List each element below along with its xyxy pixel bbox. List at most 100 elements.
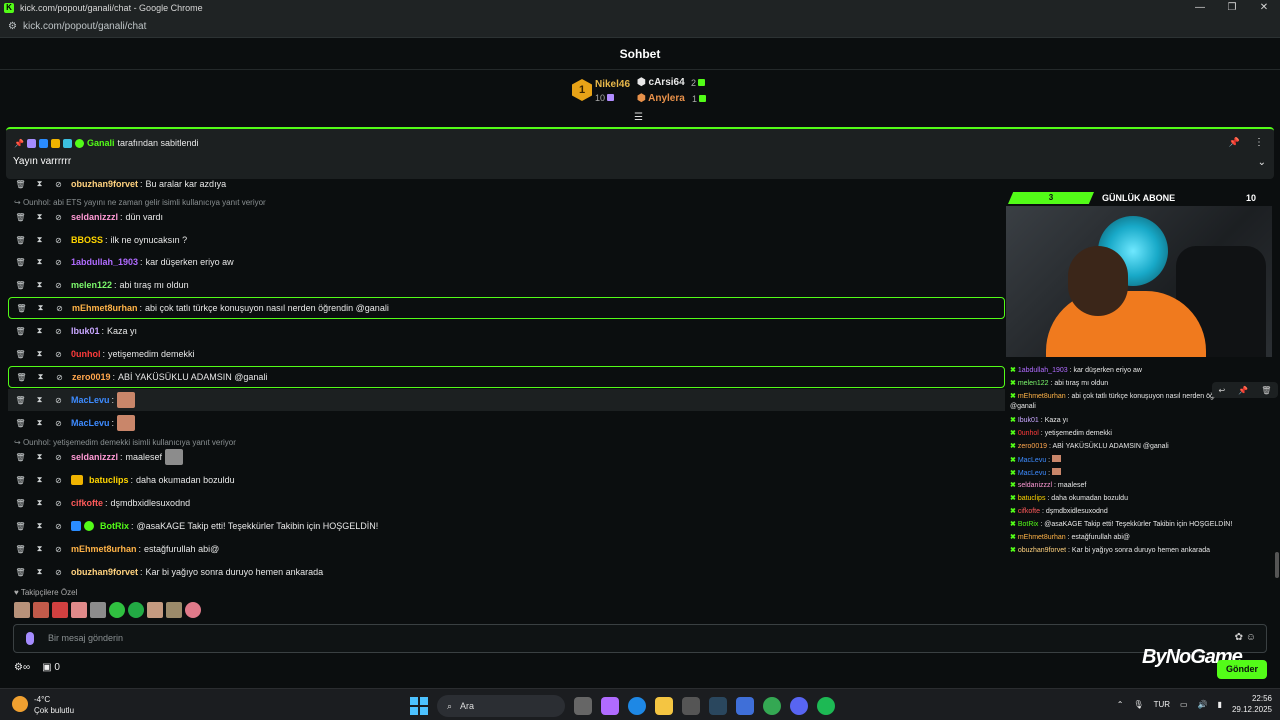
chat-row[interactable]: 🗑 ⧗ ⊘ obuzhan9forvet: Kar bi yağıyo sonra …	[8, 561, 1005, 583]
volume-icon[interactable]: 🔊	[1198, 700, 1208, 709]
delete-icon[interactable]: 🗑	[14, 453, 27, 462]
pinned-message[interactable]: 📌 Ganali tarafından sabitlendi Yayın var…	[6, 127, 1274, 179]
ban-icon[interactable]: ⊘	[52, 419, 65, 428]
chat-row[interactable]: 🗑 ⧗ ⊘ seldanizzzl: maalesef	[8, 446, 1005, 468]
chat-username[interactable]: mEhmet8urhan	[72, 303, 138, 313]
chat-username[interactable]: batuclips	[89, 475, 129, 485]
timeout-icon[interactable]: ⧗	[33, 257, 46, 267]
ban-icon[interactable]: ⊘	[52, 281, 65, 290]
chat-row-mention[interactable]: 🗑 ⧗ ⊘ zero0019: ABİ YAKÜSÜKLU ADAMSIN @gan…	[8, 366, 1005, 388]
chat-username[interactable]: mEhmet8urhan	[71, 544, 137, 554]
ban-icon[interactable]: ⊘	[52, 476, 65, 485]
chat-username[interactable]: obuzhan9forvet	[71, 179, 138, 189]
timeout-icon[interactable]: ⧗	[33, 452, 46, 462]
timeout-icon[interactable]: ⧗	[33, 235, 46, 245]
timeout-icon[interactable]: ⧗	[33, 521, 46, 531]
chat-username[interactable]: BotRix	[100, 521, 129, 531]
ban-icon[interactable]: ⊘	[52, 258, 65, 267]
ban-icon[interactable]: ⊘	[52, 568, 65, 577]
chat-username[interactable]: 1abdullah_1903	[71, 257, 138, 267]
delete-icon[interactable]: 🗑	[14, 476, 27, 485]
mail-icon[interactable]	[736, 697, 754, 715]
delete-icon[interactable]: 🗑	[14, 327, 27, 336]
emote-icon[interactable]	[71, 602, 87, 618]
chat-username[interactable]: obuzhan9forvet	[71, 567, 138, 577]
chat-username[interactable]: MacLevu	[71, 418, 110, 428]
delete-icon[interactable]: 🗑	[14, 213, 27, 222]
timeout-icon[interactable]: ⧗	[33, 349, 46, 359]
chevron-down-icon[interactable]: ⌄	[1258, 157, 1266, 168]
ban-icon[interactable]: ⊘	[52, 236, 65, 245]
send-button[interactable]: Gönder	[1217, 660, 1267, 679]
delete-icon[interactable]: 🗑	[15, 373, 28, 382]
battery-icon[interactable]: ▮	[1218, 700, 1222, 709]
chat-username[interactable]: cifkofte	[71, 498, 103, 508]
chat-row[interactable]: 🗑 ⧗ ⊘ cifkofte: dşmdbxidlesuxodnd	[8, 492, 1005, 514]
timeout-icon[interactable]: ⧗	[33, 212, 46, 222]
chat-username[interactable]: melen122	[71, 280, 112, 290]
settings-icon[interactable]: ⚙∞	[14, 662, 30, 673]
ban-icon[interactable]: ⊘	[52, 499, 65, 508]
chat-row[interactable]: 🗑 ⧗ ⊘ Ibuk01: Kaza yı	[8, 320, 1005, 342]
clock[interactable]: 22:56 29.12.2025	[1232, 693, 1272, 715]
store-icon[interactable]	[682, 697, 700, 715]
emote-icon[interactable]	[166, 602, 182, 618]
emote-icon[interactable]	[14, 602, 30, 618]
file-explorer-icon[interactable]	[655, 697, 673, 715]
emote-icon[interactable]	[128, 602, 144, 618]
pinned-author[interactable]: Ganali	[87, 138, 115, 148]
copilot-icon[interactable]	[601, 697, 619, 715]
ban-icon[interactable]: ⊘	[53, 304, 66, 313]
chrome-icon[interactable]	[763, 697, 781, 715]
chat-username[interactable]: Ibuk01	[71, 326, 100, 336]
unpin-icon[interactable]: 📌	[1229, 137, 1240, 148]
timeout-icon[interactable]: ⧗	[33, 567, 46, 577]
task-view-icon[interactable]	[574, 697, 592, 715]
chat-row[interactable]: 🗑 ⧗ ⊘ mEhmet8urhan: estağfurullah abi@	[8, 538, 1005, 560]
chat-username[interactable]: seldanizzzl	[71, 212, 118, 222]
chat-row[interactable]: 🗑 ⧗ ⊘ 0unhol: yetişemedim demekki	[8, 343, 1005, 365]
points-display[interactable]: ▣ 0	[42, 662, 60, 673]
delete-icon[interactable]: 🗑	[14, 281, 27, 290]
emoji-icon[interactable]: ✿ ☺	[1235, 632, 1256, 643]
chat-username[interactable]: MacLevu	[71, 395, 110, 405]
delete-icon[interactable]: 🗑	[14, 258, 27, 267]
ban-icon[interactable]: ⊘	[52, 396, 65, 405]
face-emote-icon[interactable]	[117, 415, 136, 431]
emote-icon[interactable]	[185, 602, 201, 618]
ban-icon[interactable]: ⊘	[52, 522, 65, 531]
restore-button[interactable]: ❐	[1216, 0, 1248, 16]
timeout-icon[interactable]: ⧗	[33, 326, 46, 336]
delete-icon[interactable]: 🗑	[14, 419, 27, 428]
delete-icon[interactable]: 🗑	[15, 304, 28, 313]
ban-icon[interactable]: ⊘	[52, 213, 65, 222]
timeout-icon[interactable]: ⧗	[33, 544, 46, 554]
delete-icon[interactable]: 🗑	[14, 522, 27, 531]
ban-icon[interactable]: ⊘	[52, 545, 65, 554]
timeout-icon[interactable]: ⧗	[33, 475, 46, 485]
more-options-icon[interactable]: ⋮	[1254, 137, 1264, 148]
address-bar[interactable]: ⚙ kick.com/popout/ganali/chat	[0, 16, 1280, 38]
chat-username[interactable]: seldanizzzl	[71, 452, 118, 462]
mic-tray-icon[interactable]: 🎙	[1133, 700, 1143, 709]
chat-username[interactable]: zero0019	[72, 372, 111, 382]
chat-row[interactable]: 🗑 ⧗ ⊘ melen122: abi tıraş mı oldun	[8, 274, 1005, 296]
discord-icon[interactable]	[790, 697, 808, 715]
cat-emote-icon[interactable]	[165, 449, 184, 465]
ban-icon[interactable]: ⊘	[52, 180, 65, 189]
emote-icon[interactable]	[33, 602, 49, 618]
chat-row[interactable]: 🗑 ⧗ ⊘ obuzhan9forvet: Bu aralar kar azdıya	[8, 173, 1005, 195]
timeout-icon[interactable]: ⧗	[33, 418, 46, 428]
emote-icon[interactable]	[147, 602, 163, 618]
chat-row[interactable]: 🗑 ⧗ ⊘ batuclips: daha okumadan bozuldu	[8, 469, 1005, 491]
timeout-icon[interactable]: ⧗	[33, 280, 46, 290]
chat-username[interactable]: 0unhol	[71, 349, 101, 359]
delete-icon[interactable]: 🗑	[14, 396, 27, 405]
delete-icon[interactable]: 🗑	[14, 180, 27, 189]
chat-input[interactable]: Bir mesaj gönderin ✿ ☺	[13, 624, 1267, 653]
ban-icon[interactable]: ⊘	[53, 373, 66, 382]
site-info-icon[interactable]: ⚙	[8, 21, 17, 32]
delete-icon[interactable]: 🗑	[14, 568, 27, 577]
chat-row[interactable]: 🗑 ⧗ ⊘ seldanizzzl: dün vardı	[8, 206, 1005, 228]
chat-row[interactable]: 🗑 ⧗ ⊘ MacLevu:	[8, 412, 1005, 434]
